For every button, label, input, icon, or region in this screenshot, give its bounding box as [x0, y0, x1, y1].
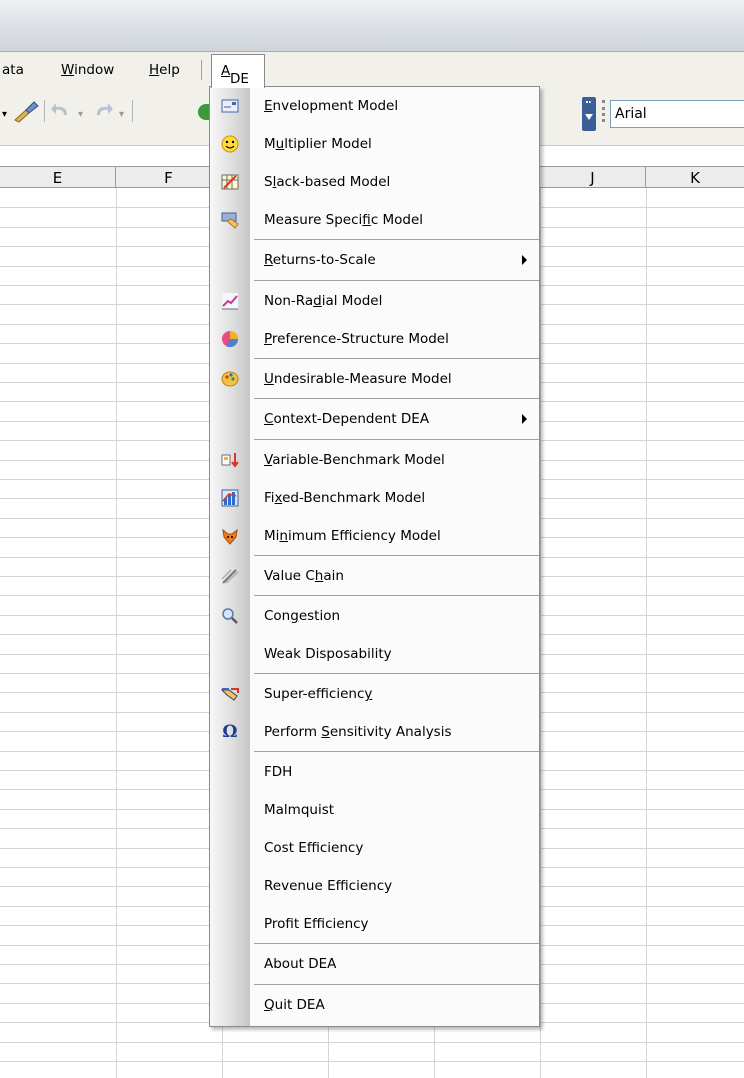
pen-icon [221, 569, 239, 584]
sort-down-icon [221, 453, 239, 468]
menu-separator [254, 358, 539, 359]
handshake-icon [221, 688, 239, 701]
menu-item-malmquist[interactable]: Malmquist [210, 791, 539, 829]
menu-separator [254, 439, 539, 440]
menu-separator [201, 60, 202, 80]
menu-separator [254, 984, 539, 985]
menu-separator [254, 595, 539, 596]
pie-chart-icon [222, 331, 239, 348]
undo-icon[interactable] [50, 100, 72, 120]
menu-item-weak-disposability[interactable]: Weak Disposability [210, 635, 539, 673]
menu-item-non-radial-model[interactable]: Non-Radial Model [210, 282, 539, 320]
menu-item-value-chain[interactable]: Value Chain [210, 557, 539, 595]
menu-item-envelopment-model[interactable]: Envelopment Model [210, 87, 539, 125]
menu-item-fixed-benchmark-model[interactable]: Fixed-Benchmark Model [210, 479, 539, 517]
column-header-f[interactable]: F [116, 167, 222, 188]
hand-card-icon [221, 212, 239, 229]
column-header-e[interactable]: E [0, 167, 116, 188]
submenu-arrow-icon [522, 255, 527, 265]
toolbar-options-icon[interactable] [582, 97, 596, 131]
fox-icon [222, 528, 238, 545]
redo-dropdown-icon[interactable]: ▾ [119, 105, 124, 125]
magnifier-icon [222, 608, 238, 624]
menu-item-preference-structure-model[interactable]: Preference-Structure Model [210, 320, 539, 358]
menu-item-returns-to-scale[interactable]: Returns-to-Scale [210, 241, 539, 279]
bar-chart-icon [221, 489, 239, 507]
menu-separator [254, 555, 539, 556]
menu-item-quit-dea[interactable]: Quit DEA [210, 986, 539, 1024]
menu-item-variable-benchmark-model[interactable]: Variable-Benchmark Model [210, 441, 539, 479]
toolbar-separator [44, 100, 45, 122]
omega-icon: Ω [222, 722, 238, 742]
menu-item-profit-efficiency[interactable]: Profit Efficiency [210, 905, 539, 943]
menu-item-multiplier-model[interactable]: Multiplier Model [210, 125, 539, 163]
smiley-icon [221, 135, 239, 153]
menu-item-congestion[interactable]: Congestion [210, 597, 539, 635]
menu-data[interactable]: ata [2, 61, 24, 79]
menu-separator [254, 943, 539, 944]
menu-dea[interactable]: DE A [211, 54, 265, 88]
menu-separator [254, 239, 539, 240]
menu-separator [254, 398, 539, 399]
menu-separator [254, 673, 539, 674]
menu-item-measure-specific-model[interactable]: Measure Specific Model [210, 201, 539, 239]
menu-item-revenue-efficiency[interactable]: Revenue Efficiency [210, 867, 539, 905]
submenu-arrow-icon [522, 414, 527, 424]
menu-item-slack-based-model[interactable]: Slack-based Model [210, 163, 539, 201]
menu-item-cost-efficiency[interactable]: Cost Efficiency [210, 829, 539, 867]
row-gridline [0, 1061, 744, 1062]
font-name-select[interactable]: Arial [610, 100, 744, 128]
menu-item-super-efficiency[interactable]: Super-efficiency [210, 675, 539, 713]
format-painter-icon[interactable] [12, 98, 42, 124]
palette-icon [221, 371, 239, 387]
line-chart-icon [222, 293, 238, 310]
row-gridline [0, 1042, 744, 1043]
toolbar-separator [132, 100, 133, 122]
column-header-j[interactable]: J [540, 167, 646, 188]
redo-icon[interactable] [92, 100, 114, 120]
menu-separator [254, 280, 539, 281]
menu-help[interactable]: Help [149, 61, 180, 79]
calculator-icon [221, 174, 239, 190]
menu-window[interactable]: Window [61, 61, 114, 79]
column-header-k[interactable]: K [646, 167, 744, 188]
envelopment-icon [221, 99, 239, 113]
menu-bar: ata Window Help [0, 52, 744, 86]
menu-item-minimum-efficiency-model[interactable]: Minimum Efficiency Model [210, 517, 539, 555]
menu-item-about-dea[interactable]: About DEA [210, 945, 539, 983]
menu-item-undesirable-measure-model[interactable]: Undesirable-Measure Model [210, 360, 539, 398]
dea-dropdown-menu: Envelopment Model Multiplier Model Slack… [209, 86, 540, 1027]
window-title-bar [0, 0, 744, 52]
menu-separator [254, 751, 539, 752]
toolbar-grip [602, 100, 605, 122]
menu-item-fdh[interactable]: FDH [210, 753, 539, 791]
menu-item-perform-sensitivity-analysis[interactable]: Ω Perform Sensitivity Analysis [210, 713, 539, 751]
dropdown-arrow-icon[interactable]: ▾ [2, 105, 7, 125]
menu-item-context-dependent-dea[interactable]: Context-Dependent DEA [210, 400, 539, 438]
undo-dropdown-icon[interactable]: ▾ [78, 105, 83, 125]
